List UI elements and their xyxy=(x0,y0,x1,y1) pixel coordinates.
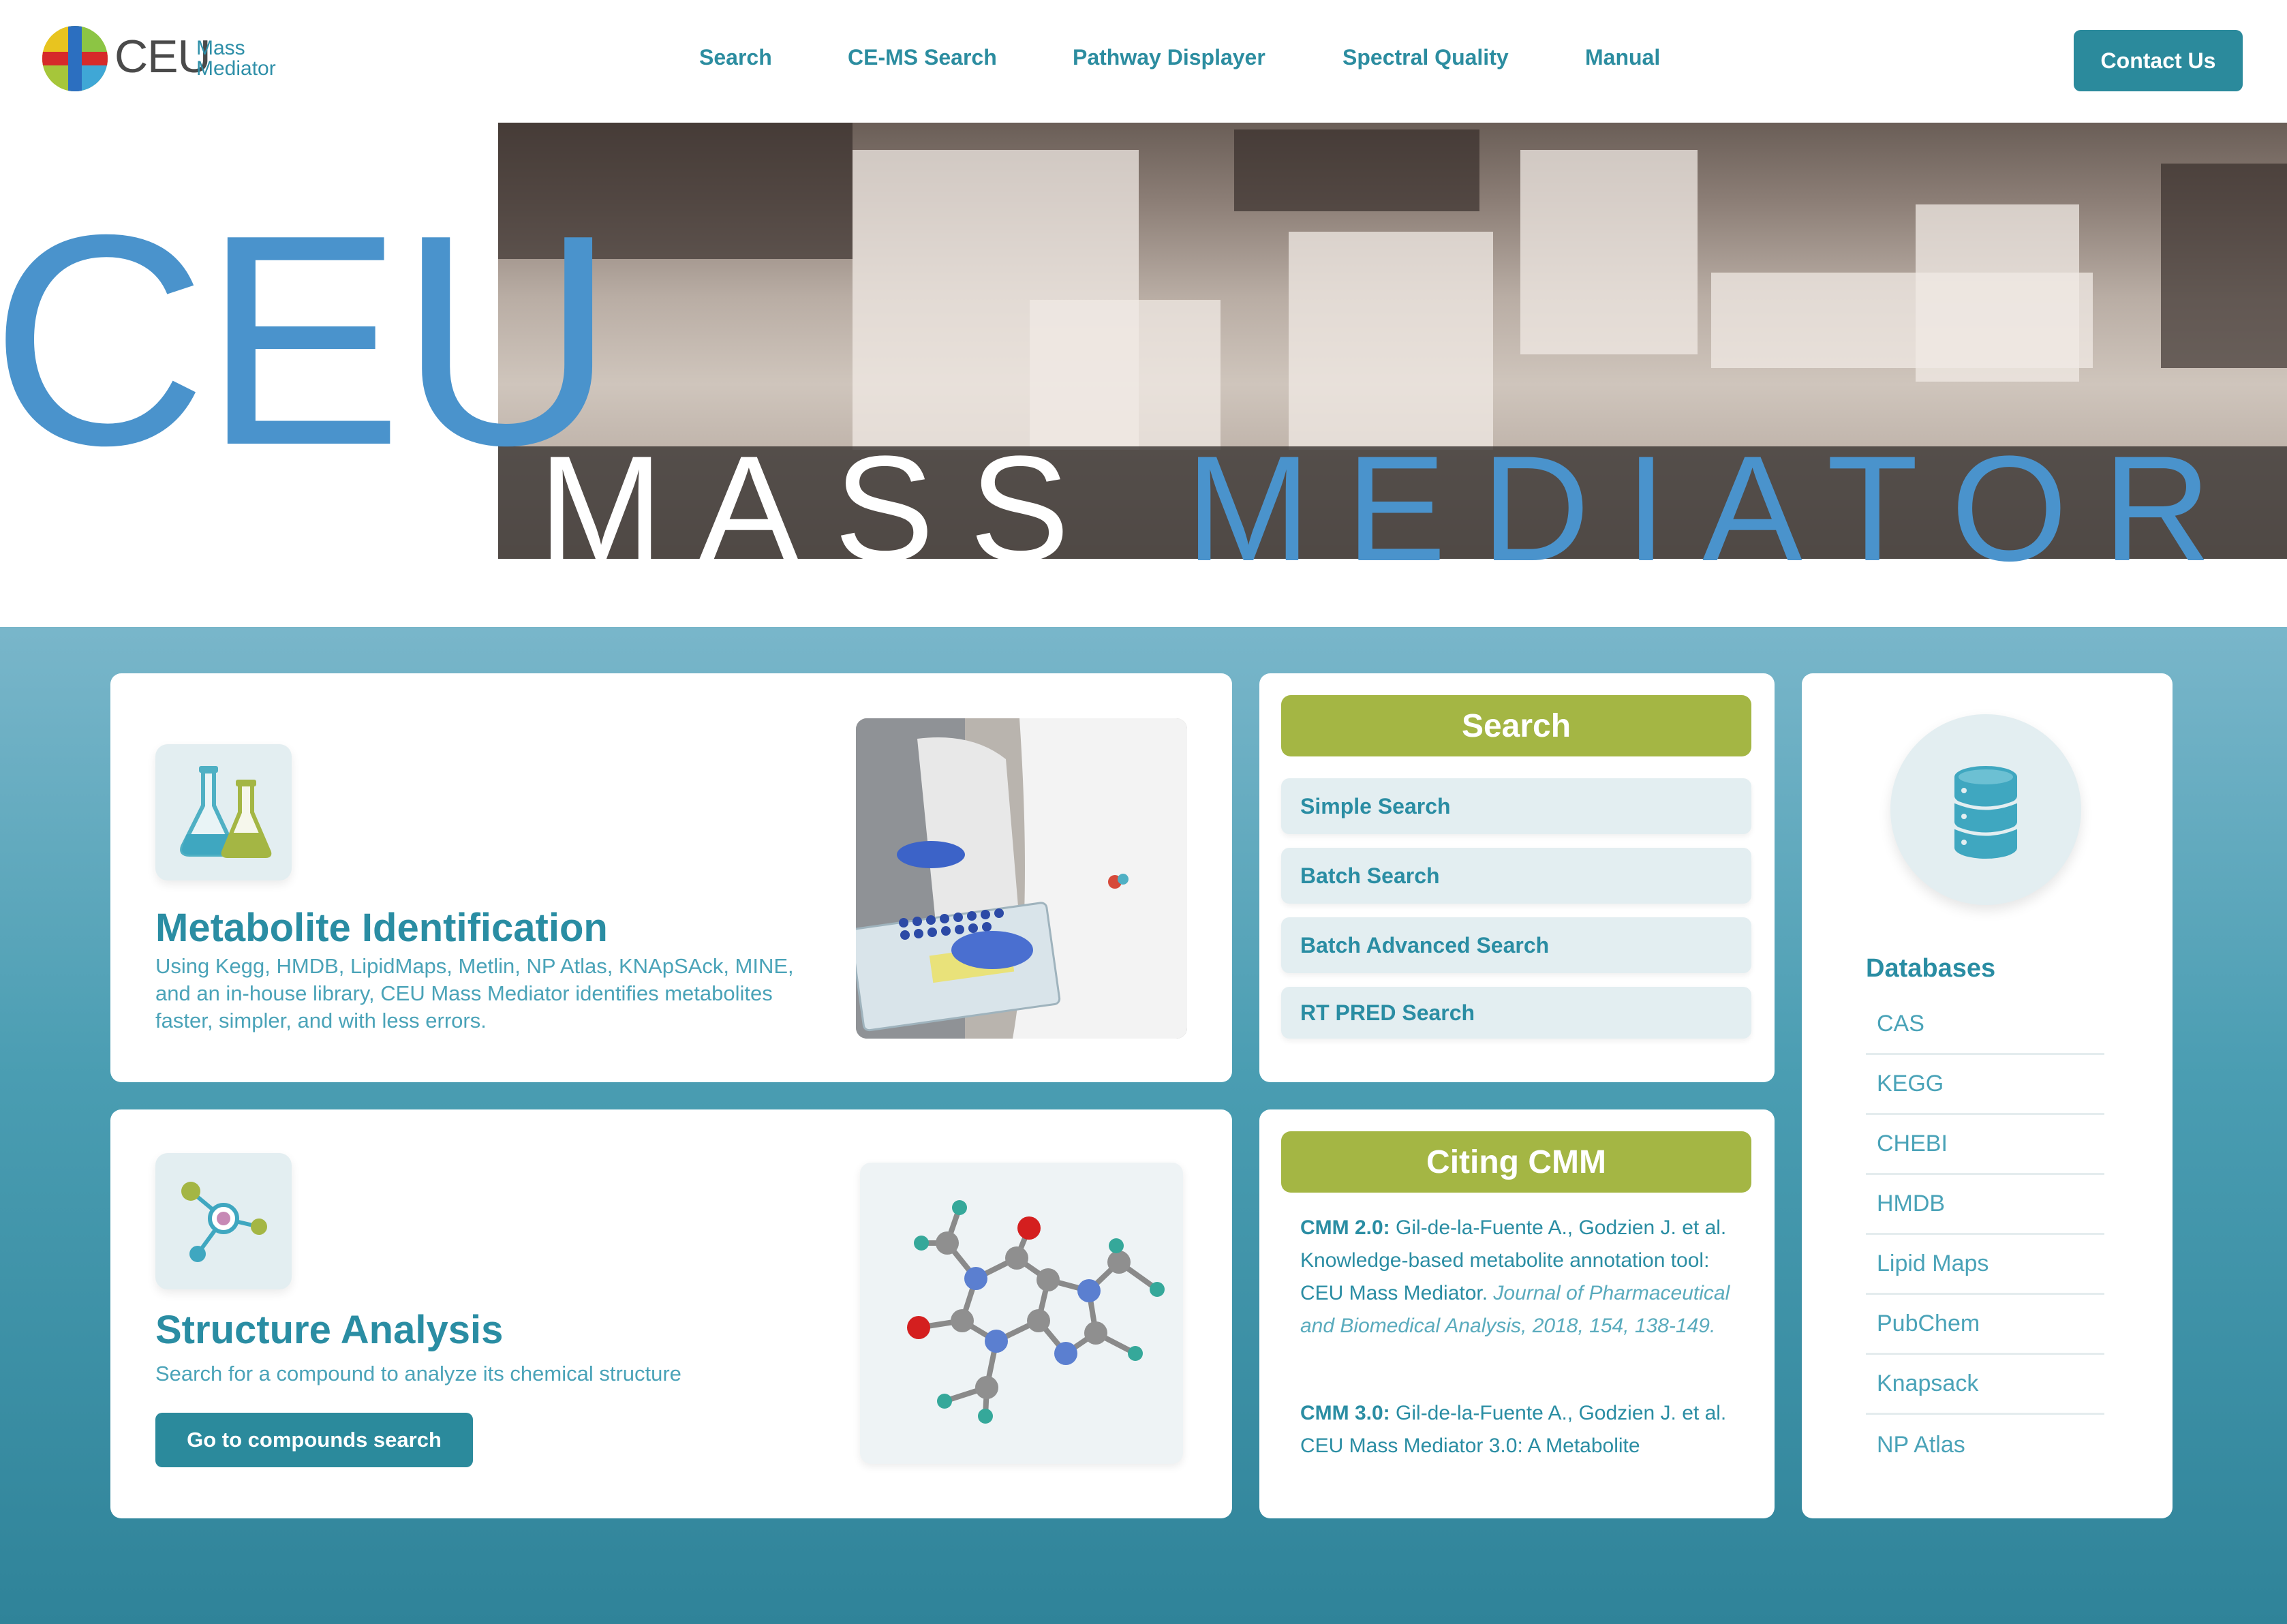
site-logo[interactable]: CEU Mass Mediator xyxy=(42,25,301,93)
batch-advanced-search-link[interactable]: Batch Advanced Search xyxy=(1281,917,1751,973)
search-panel: Search Simple Search Batch Search Batch … xyxy=(1259,673,1775,1082)
databases-title: Databases xyxy=(1866,954,1996,983)
main-section: Metabolite Identification Using Kegg, HM… xyxy=(0,627,2287,1624)
simple-search-link[interactable]: Simple Search xyxy=(1281,778,1751,834)
go-to-compounds-search-button[interactable]: Go to compounds search xyxy=(155,1413,473,1467)
metabolite-description: Using Kegg, HMDB, LipidMaps, Metlin, NP … xyxy=(155,954,794,1032)
db-kegg-link[interactable]: KEGG xyxy=(1866,1055,2104,1115)
db-knapsack-link[interactable]: Knapsack xyxy=(1866,1355,2104,1415)
flasks-icon xyxy=(155,744,292,880)
logo-mass-mediator-text: Mass Mediator xyxy=(196,37,276,80)
citation-cmm3: CMM 3.0: Gil-de-la-Fuente A., Godzien J.… xyxy=(1300,1402,1727,1457)
db-hmdb-link[interactable]: HMDB xyxy=(1866,1175,2104,1235)
nav-pathway-displayer[interactable]: Pathway Displayer xyxy=(1073,45,1265,70)
lab-sample-photo xyxy=(856,718,1187,1039)
hero-mass-text: MASS xyxy=(538,425,1105,592)
citing-panel-title: Citing CMM xyxy=(1281,1131,1751,1193)
hero-mediator-text: MEDIATOR xyxy=(1186,425,2247,592)
citing-panel: Citing CMM CMM 2.0: Gil-de-la-Fuente A.,… xyxy=(1259,1109,1775,1518)
structure-description: Search for a compound to analyze its che… xyxy=(155,1362,681,1385)
caffeine-molecule-image xyxy=(860,1163,1183,1464)
db-chebi-link[interactable]: CHEBI xyxy=(1866,1115,2104,1175)
db-lipid-maps-link[interactable]: Lipid Maps xyxy=(1866,1235,2104,1295)
metabolite-identification-card: Metabolite Identification Using Kegg, HM… xyxy=(110,673,1232,1082)
rt-pred-search-link[interactable]: RT PRED Search xyxy=(1281,987,1751,1039)
structure-title: Structure Analysis xyxy=(155,1308,504,1352)
nav-spectral-quality[interactable]: Spectral Quality xyxy=(1342,45,1509,70)
molecule-network-icon xyxy=(155,1153,292,1289)
databases-panel: Databases CAS KEGG CHEBI HMDB Lipid Maps… xyxy=(1802,673,2173,1518)
nav-search[interactable]: Search xyxy=(699,45,772,70)
db-np-atlas-link[interactable]: NP Atlas xyxy=(1866,1415,2104,1475)
contact-us-button[interactable]: Contact Us xyxy=(2074,30,2243,91)
batch-search-link[interactable]: Batch Search xyxy=(1281,848,1751,904)
nav-ce-ms-search[interactable]: CE-MS Search xyxy=(848,45,997,70)
db-pubchem-link[interactable]: PubChem xyxy=(1866,1295,2104,1355)
db-cas-link[interactable]: CAS xyxy=(1866,995,2104,1055)
hero-ceu-text: CEU xyxy=(0,173,615,508)
citation-cmm2: CMM 2.0: Gil-de-la-Fuente A., Godzien J.… xyxy=(1300,1216,1730,1337)
hero-banner: CEU MASS MEDIATOR xyxy=(0,123,2287,627)
ceu-logo-icon xyxy=(42,26,108,91)
database-icon xyxy=(1890,714,2081,905)
metabolite-title: Metabolite Identification xyxy=(155,906,608,950)
site-header: CEU Mass Mediator Search CE-MS Search Pat… xyxy=(0,0,2287,123)
search-panel-title: Search xyxy=(1281,695,1751,756)
nav-manual[interactable]: Manual xyxy=(1585,45,1660,70)
structure-analysis-card: Structure Analysis Search for a compound… xyxy=(110,1109,1232,1518)
